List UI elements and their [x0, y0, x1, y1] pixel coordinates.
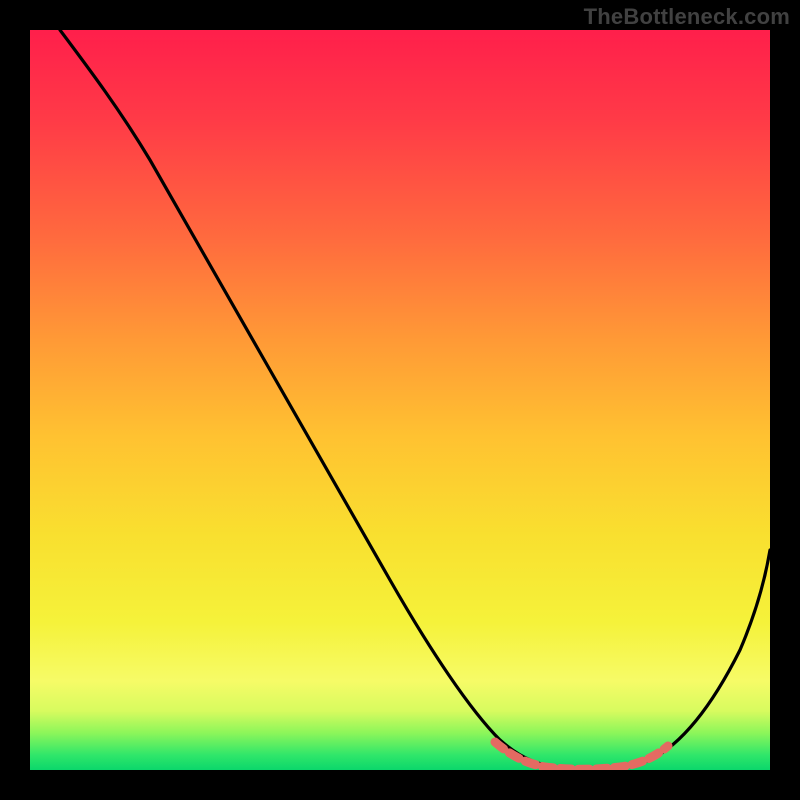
watermark-text: TheBottleneck.com	[584, 4, 790, 30]
curve-path	[60, 30, 770, 769]
highlight-band-path	[495, 742, 668, 769]
chart-frame: TheBottleneck.com	[0, 0, 800, 800]
bottleneck-curve	[30, 30, 770, 770]
plot-area	[30, 30, 770, 770]
